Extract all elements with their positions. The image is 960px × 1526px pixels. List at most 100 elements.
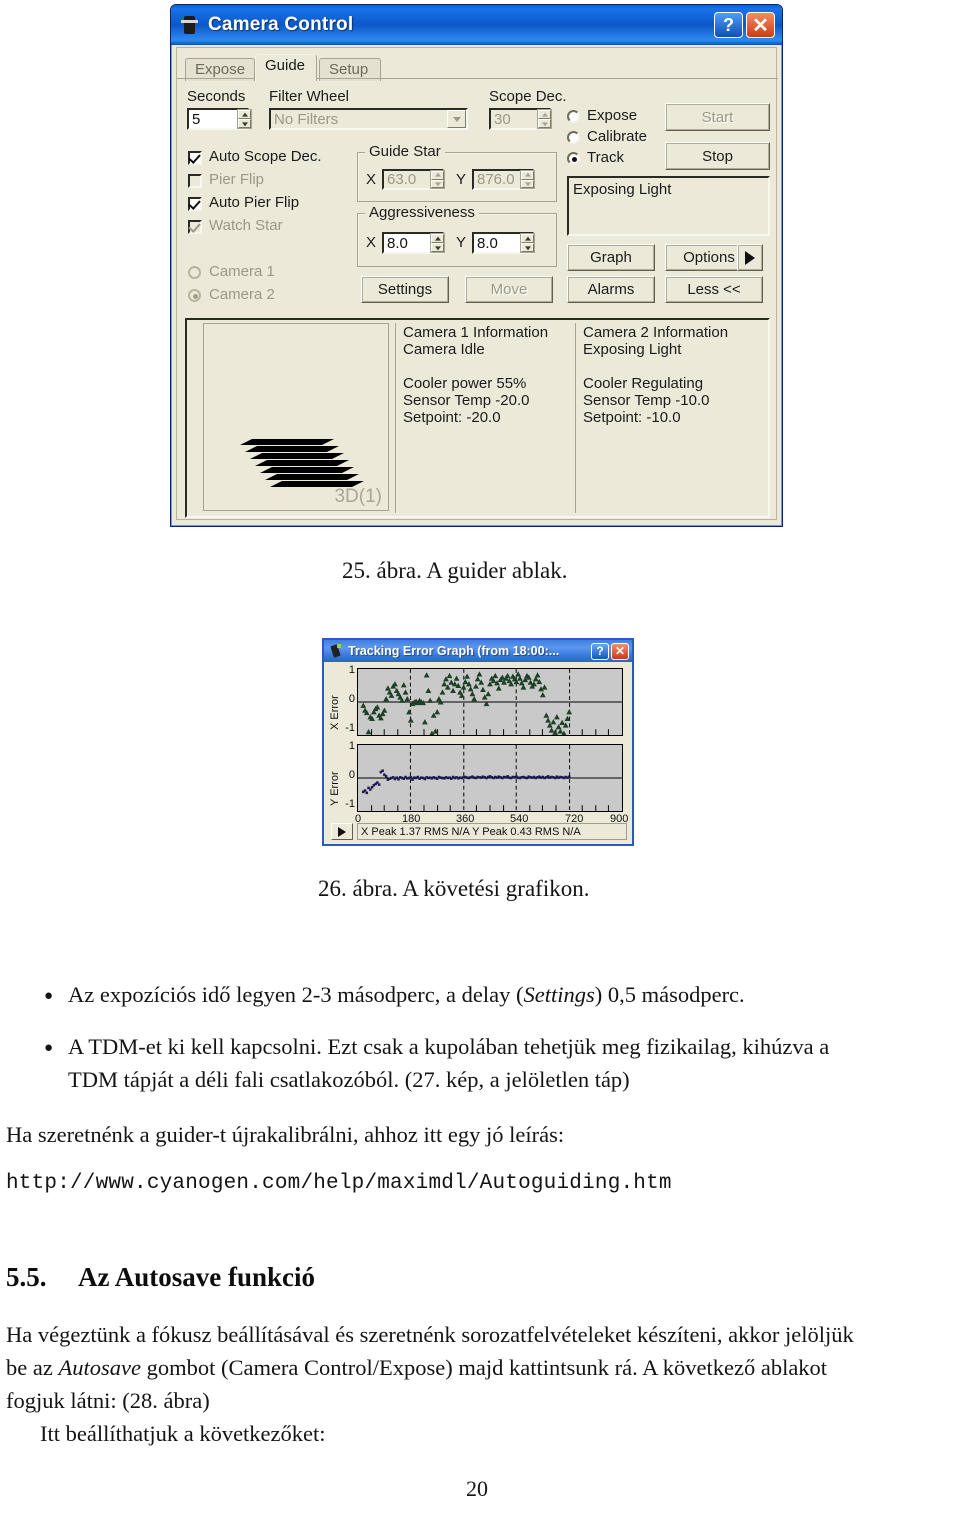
tracking-error-graph-window: Tracking Error Graph (from 18:00:... ? ✕… [322,638,634,846]
bullet-2-line-1: A TDM-et ki kell kapcsolni. Ezt csak a k… [68,1034,830,1059]
close-button[interactable]: ✕ [746,12,775,38]
guider-star-icon [328,643,344,659]
radio-camera-1-label: Camera 1 [209,263,275,280]
preview-frame: 3D(1) [203,323,389,511]
x-error-ytick-mid: 0 [348,693,355,705]
filter-wheel-select[interactable]: No Filters [269,108,468,130]
checkbox-watch-star-label: Watch Star [209,217,283,234]
chevron-down-icon[interactable] [447,110,466,128]
figure-caption-25: 25. ábra. A guider ablak. [342,558,568,583]
tracking-graph-client: X Error 1 0 -1 Y Error 1 0 -1 0 180 360 … [327,664,629,841]
aggressiveness-x-spinner[interactable] [430,233,445,253]
scroll-left-button[interactable] [331,823,353,840]
x-error-axis-label: X Error [329,695,341,730]
divider [395,323,396,513]
guide-star-group: Guide Star X 63.0 Y 876.0 [357,143,557,202]
seconds-spinner[interactable] [237,109,252,129]
filter-wheel-label: Filter Wheel [269,88,350,105]
autosave-line-2-pre: be az [6,1355,59,1380]
status-panel: Exposing Light [567,176,770,236]
checkbox-watch-star[interactable] [188,220,202,234]
checkbox-pier-flip-label: Pier Flip [209,171,265,188]
camera-control-titlebar[interactable]: Camera Control ? ✕ [171,5,782,45]
bullet-paragraph-1: Az expozíciós idő legyen 2-3 másodperc, … [68,978,938,1011]
bullet-paragraph-2: A TDM-et ki kell kapcsolni. Ezt csak a k… [68,1030,948,1096]
preview-tag: 3D(1) [334,486,382,507]
help-button[interactable]: ? [714,12,743,38]
aggressiveness-y-spinner[interactable] [520,233,535,253]
play-arrow-icon [745,250,755,265]
guide-star-title: Guide Star [365,143,445,160]
tracking-graph-status-bar: X Peak 1.37 RMS N/A Y Peak 0.43 RMS N/A [357,823,627,840]
camera-1-information: Camera 1 Information Camera Idle Cooler … [403,324,549,426]
camera-icon [179,14,201,36]
bullet-2-line-2: TDM tápját a déli fali csatlakozóból. (2… [68,1067,630,1092]
graph-button[interactable]: Graph [567,244,655,271]
status-text: Exposing Light [573,181,672,198]
bottom-panel: 3D(1) Camera 1 Information Camera Idle C… [185,318,770,518]
tracking-graph-title: Tracking Error Graph (from 18:00:... [348,644,560,658]
aggressiveness-x-label: X [366,234,377,251]
recalibration-paragraph: Ha szeretnénk a guider-t újrakalibrálni,… [6,1122,565,1147]
tracking-graph-titlebar-buttons: ? ✕ [591,642,630,660]
aggressiveness-y-label: Y [456,234,467,251]
checkbox-auto-pier-flip[interactable] [188,197,202,211]
autosave-line-2-post: gombot (Camera Control/Expose) majd katt… [140,1355,828,1380]
scope-dec-label: Scope Dec. [489,88,567,105]
autosave-line-3: fogjuk látni: (28. ábra) [6,1388,210,1413]
camera-control-window: Camera Control ? ✕ Expose Guide Setup Se… [170,4,783,527]
x-error-ytick-top: 1 [348,664,355,676]
radio-camera-2-label: Camera 2 [209,286,275,303]
titlebar-buttons: ? ✕ [714,12,777,38]
y-error-ytick-mid: 0 [348,769,355,781]
x-error-scatter-chart[interactable] [357,668,623,736]
guide-star-x-spinner[interactable] [430,170,445,189]
camera-control-body: Expose Guide Setup Seconds 5 Filter Whee… [176,47,778,520]
autoguiding-url[interactable]: http://www.cyanogen.com/help/maximdl/Aut… [6,1172,672,1195]
tab-guide[interactable]: Guide [255,54,317,81]
settings-button[interactable]: Settings [361,276,449,303]
camera-2-information: Camera 2 Information Exposing Light Cool… [583,324,729,426]
seconds-label: Seconds [187,88,246,105]
scope-dec-spinner[interactable] [537,109,552,129]
radio-calibrate[interactable] [567,131,580,144]
y-error-scatter-chart[interactable] [357,744,623,812]
checkbox-auto-pier-flip-label: Auto Pier Flip [209,194,300,211]
divider [575,323,576,513]
radio-camera-2[interactable] [188,289,201,302]
radio-camera-1[interactable] [188,266,201,279]
bullet-1-emphasis: Settings [523,982,595,1007]
guide-star-x-label: X [366,171,377,188]
checkbox-auto-scope-dec[interactable] [188,151,202,165]
autosave-emphasis: Autosave [58,1355,141,1380]
move-button[interactable]: Move [465,276,553,303]
help-button[interactable]: ? [591,642,609,660]
guide-star-y-label: Y [456,171,467,188]
radio-track[interactable] [567,152,580,165]
bullet-glyph-1: ● [44,988,54,1004]
options-expand-button[interactable] [737,244,763,271]
autosave-paragraph: Ha végeztünk a fókusz beállításával és s… [6,1318,946,1450]
autosave-line-1: Ha végeztünk a fókusz beállításával és s… [6,1322,854,1347]
y-error-ytick-bottom: -1 [345,798,355,810]
close-button[interactable]: ✕ [611,642,629,660]
less-button[interactable]: Less << [665,276,763,303]
aggressiveness-group: Aggressiveness X 8.0 Y 8.0 [357,204,557,267]
start-button[interactable]: Start [665,103,770,131]
tracking-graph-titlebar[interactable]: Tracking Error Graph (from 18:00:... ? ✕ [324,640,632,662]
aggressiveness-title: Aggressiveness [365,204,479,221]
guide-star-y-spinner[interactable] [520,170,535,189]
autosave-line-4: Itt beállíthatjuk a következőket: [40,1421,326,1446]
page-number: 20 [466,1476,488,1501]
section-number: 5.5. [6,1262,47,1292]
checkbox-pier-flip[interactable] [188,174,202,188]
bullet-1-pre: Az expozíciós idő legyen 2-3 másodperc, … [68,982,524,1007]
section-title: Az Autosave funkció [78,1262,316,1292]
window-title: Camera Control [208,14,354,35]
y-error-axis-label: Y Error [329,771,341,806]
stop-button[interactable]: Stop [665,142,770,170]
radio-expose[interactable] [567,110,580,123]
checkbox-auto-scope-dec-label: Auto Scope Dec. [209,148,322,165]
x-error-ytick-bottom: -1 [345,722,355,734]
alarms-button[interactable]: Alarms [567,276,655,303]
